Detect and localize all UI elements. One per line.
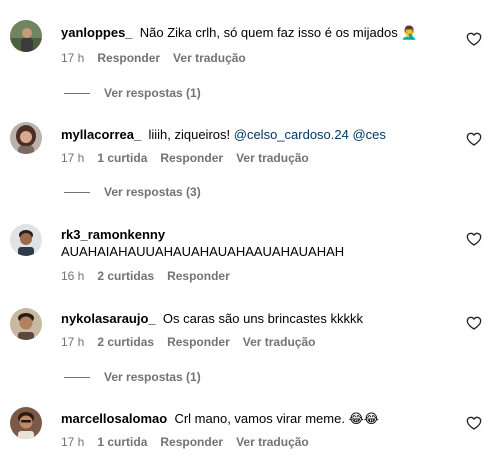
timestamp: 17 h <box>61 51 85 65</box>
translate-button[interactable]: Ver tradução <box>236 435 309 449</box>
comment-line: myllacorrea_ liiih, ziqueiros! @celso_ca… <box>61 126 456 143</box>
like-heart-icon[interactable] <box>466 315 482 331</box>
username[interactable]: nykolasaraujo_ <box>61 311 156 326</box>
avatar[interactable] <box>10 20 42 52</box>
username[interactable]: yanloppes_ <box>61 25 133 40</box>
likes-count[interactable]: 1 curtida <box>97 435 147 449</box>
timestamp: 16 h <box>61 269 85 283</box>
replies-divider <box>64 192 90 194</box>
translate-button[interactable]: Ver tradução <box>173 51 246 65</box>
like-heart-icon[interactable] <box>466 415 482 431</box>
view-replies-button[interactable]: Ver respostas (1) <box>64 370 201 385</box>
replies-divider <box>64 377 90 379</box>
reply-button[interactable]: Responder <box>160 435 223 449</box>
likes-count[interactable]: 1 curtida <box>97 151 147 165</box>
comment-line: yanloppes_ Não Zika crlh, só quem faz is… <box>61 24 456 42</box>
timestamp: 17 h <box>61 151 85 165</box>
view-replies-label: Ver respostas (1) <box>104 370 201 384</box>
view-replies-label: Ver respostas (1) <box>104 86 201 100</box>
timestamp: 17 h <box>61 335 85 349</box>
avatar[interactable] <box>10 122 42 154</box>
avatar[interactable] <box>10 224 42 256</box>
username[interactable]: rk3_ramonkenny <box>61 227 165 242</box>
view-replies-button[interactable]: Ver respostas (1) <box>64 86 201 101</box>
timestamp: 17 h <box>61 435 85 449</box>
username[interactable]: myllacorrea_ <box>61 127 141 142</box>
comment-meta: 16 h 2 curtidas Responder <box>61 269 243 284</box>
comment-line: rk3_ramonkenny <box>61 226 456 243</box>
likes-count[interactable]: 2 curtidas <box>97 269 154 283</box>
comment-text: Os caras são uns brincastes kkkkk <box>162 311 364 326</box>
laughing-emoji-icon: 😂😂 <box>348 412 379 427</box>
like-heart-icon[interactable] <box>466 231 482 247</box>
replies-divider <box>64 93 90 95</box>
translate-button[interactable]: Ver tradução <box>243 335 316 349</box>
comment-meta: 17 h Responder Ver tradução <box>61 51 259 66</box>
comment-text: AUAHAIAHAUUAHAUAHAUAHAAUAHAUAHAH <box>61 244 345 259</box>
comment-text: Crl mano, vamos virar meme. <box>174 411 345 426</box>
comment-line: AUAHAIAHAUUAHAUAHAUAHAAUAHAUAHAH <box>61 243 456 260</box>
avatar[interactable] <box>10 407 42 439</box>
comment-text: Não Zika crlh, só quem faz isso é os mij… <box>139 25 398 40</box>
view-replies-label: Ver respostas (3) <box>104 185 201 199</box>
avatar[interactable] <box>10 308 42 340</box>
reply-button[interactable]: Responder <box>97 51 160 65</box>
reply-button[interactable]: Responder <box>167 269 230 283</box>
facepalm-emoji-icon: 🤦‍♂️ <box>401 26 418 41</box>
username[interactable]: marcellosalomao <box>61 411 167 426</box>
comment-meta: 17 h 2 curtidas Responder Ver tradução <box>61 335 328 350</box>
comment-line: marcellosalomao Crl mano, vamos virar me… <box>61 410 456 428</box>
translate-button[interactable]: Ver tradução <box>236 151 309 165</box>
like-heart-icon[interactable] <box>466 131 482 147</box>
reply-button[interactable]: Responder <box>160 151 223 165</box>
comment-text: liiih, ziqueiros! <box>148 127 231 142</box>
comment-meta: 17 h 1 curtida Responder Ver tradução <box>61 151 322 166</box>
comment-line: nykolasaraujo_ Os caras são uns brincast… <box>61 310 456 327</box>
comment-meta: 17 h 1 curtida Responder Ver tradução <box>61 435 322 450</box>
like-heart-icon[interactable] <box>466 31 482 47</box>
view-replies-button[interactable]: Ver respostas (3) <box>64 185 201 200</box>
likes-count[interactable]: 2 curtidas <box>97 335 154 349</box>
mention-link[interactable]: @celso_cardoso.24 @ces <box>234 127 386 142</box>
reply-button[interactable]: Responder <box>167 335 230 349</box>
